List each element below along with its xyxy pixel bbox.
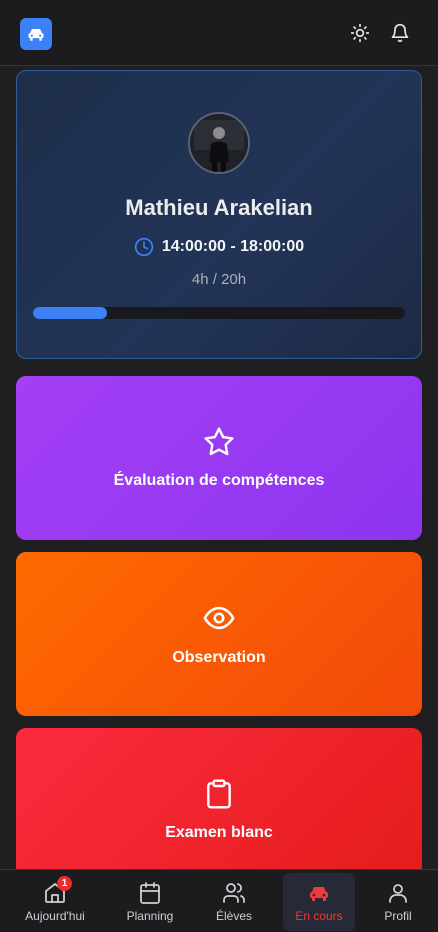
nav-item-label: Planning	[126, 909, 174, 923]
nav-item-label: En cours	[295, 909, 343, 923]
notifications-button[interactable]	[389, 22, 411, 44]
nav-item-today[interactable]: 1 Aujourd'hui	[19, 873, 91, 931]
skills-evaluation-label: Évaluation de compétences	[113, 472, 325, 489]
observation-button[interactable]: Observation	[16, 552, 422, 716]
star-icon	[204, 427, 234, 456]
users-icon	[223, 883, 245, 903]
observation-label: Observation	[172, 649, 266, 666]
car-icon	[28, 29, 44, 41]
lesson-time: 14:00:00 - 18:00:00	[17, 237, 421, 257]
theme-toggle-button[interactable]	[349, 22, 371, 44]
notification-badge: 1	[57, 876, 72, 891]
top-bar	[0, 0, 438, 66]
nav-item-label: Élèves	[215, 909, 253, 923]
nav-item-students[interactable]: Élèves	[198, 873, 270, 931]
current-lesson-card: Mathieu Arakelian 14:00:00 - 18:00:00 4h…	[16, 70, 422, 359]
nav-item-label: Profil	[384, 909, 412, 923]
main-content[interactable]: Mathieu Arakelian 14:00:00 - 18:00:00 4h…	[0, 66, 438, 869]
hours-progress-bar	[33, 307, 405, 319]
skills-evaluation-button[interactable]: Évaluation de compétences	[16, 376, 422, 540]
eye-icon	[203, 606, 235, 630]
user-icon	[389, 884, 407, 903]
nav-item-in-progress[interactable]: En cours	[283, 873, 355, 931]
mock-exam-label: Examen blanc	[165, 824, 273, 841]
clipboard-icon	[207, 779, 231, 809]
nav-item-planning[interactable]: Planning	[114, 873, 186, 931]
sun-icon	[350, 23, 370, 43]
clock-icon	[134, 237, 154, 257]
mock-exam-button[interactable]: Examen blanc	[16, 728, 422, 869]
avatar	[188, 112, 250, 174]
hours-progress-fill	[33, 307, 108, 319]
student-name: Mathieu Arakelian	[125, 195, 313, 220]
bottom-navigation: 1 Aujourd'hui Planning Élèves En cours P…	[0, 869, 438, 932]
hours-progress-label: 4h / 20h	[191, 271, 247, 288]
nav-item-profile[interactable]: Profil	[362, 873, 434, 931]
nav-item-label: Aujourd'hui	[25, 909, 85, 923]
app-logo[interactable]	[20, 18, 52, 50]
car-icon	[310, 887, 328, 901]
lesson-time-range: 14:00:00 - 18:00:00	[161, 238, 305, 255]
calendar-icon	[140, 882, 160, 904]
student-photo	[190, 114, 248, 172]
bell-icon	[391, 23, 409, 43]
